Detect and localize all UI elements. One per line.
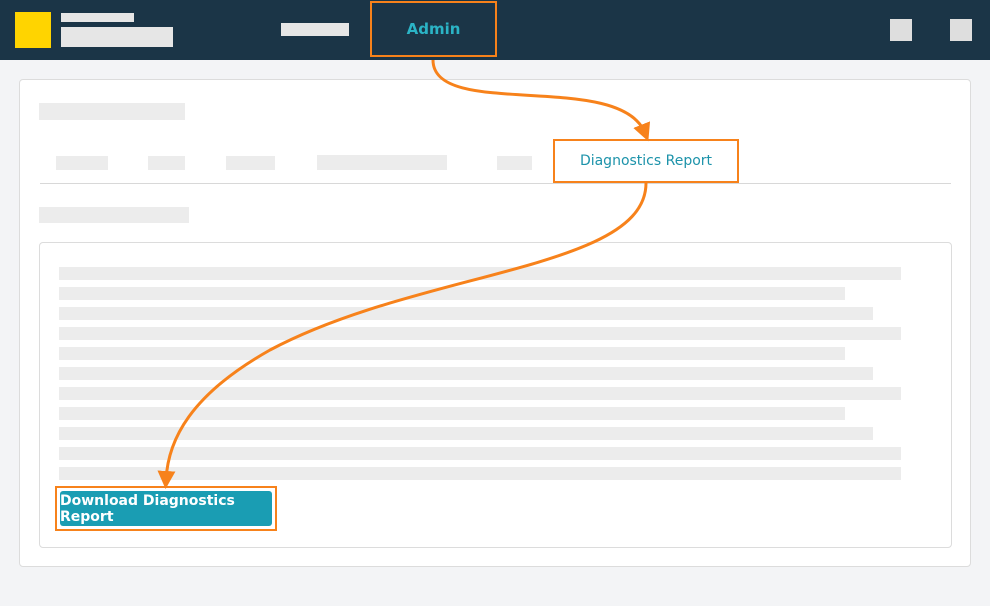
- tab-placeholder-3[interactable]: [226, 156, 275, 170]
- nav-item-placeholder[interactable]: [281, 23, 349, 36]
- text-line-placeholder: [59, 467, 901, 480]
- text-line-placeholder: [59, 287, 845, 300]
- text-line-placeholder: [59, 307, 873, 320]
- tab-divider: [40, 183, 951, 184]
- text-line-placeholder: [59, 407, 845, 420]
- tab-diagnostics-report[interactable]: Diagnostics Report: [553, 139, 739, 183]
- text-line-placeholder: [59, 267, 901, 280]
- nav-item-admin[interactable]: Admin: [370, 1, 497, 57]
- app-subtitle-placeholder: [61, 27, 173, 47]
- section-title-placeholder: [39, 207, 189, 223]
- top-icon-2[interactable]: [950, 19, 972, 41]
- tab-placeholder-1[interactable]: [56, 156, 108, 170]
- text-line-placeholder: [59, 387, 901, 400]
- download-diagnostics-report-button[interactable]: Download Diagnostics Report: [60, 491, 272, 526]
- top-icon-1[interactable]: [890, 19, 912, 41]
- page-title-placeholder: [39, 103, 185, 120]
- download-button-label: Download Diagnostics Report: [60, 492, 235, 525]
- text-line-placeholder: [59, 327, 901, 340]
- text-line-placeholder: [59, 447, 901, 460]
- tab-placeholder-4[interactable]: [317, 155, 447, 170]
- tab-placeholder-5[interactable]: [497, 156, 532, 170]
- text-line-placeholder: [59, 427, 873, 440]
- tab-diagnostics-report-label: Diagnostics Report: [579, 153, 713, 169]
- logo-icon[interactable]: [15, 12, 51, 48]
- nav-item-admin-label: Admin: [406, 20, 461, 38]
- app-name-placeholder: [61, 13, 134, 22]
- text-line-placeholder: [59, 347, 845, 360]
- tab-placeholder-2[interactable]: [148, 156, 185, 170]
- text-line-placeholder: [59, 367, 873, 380]
